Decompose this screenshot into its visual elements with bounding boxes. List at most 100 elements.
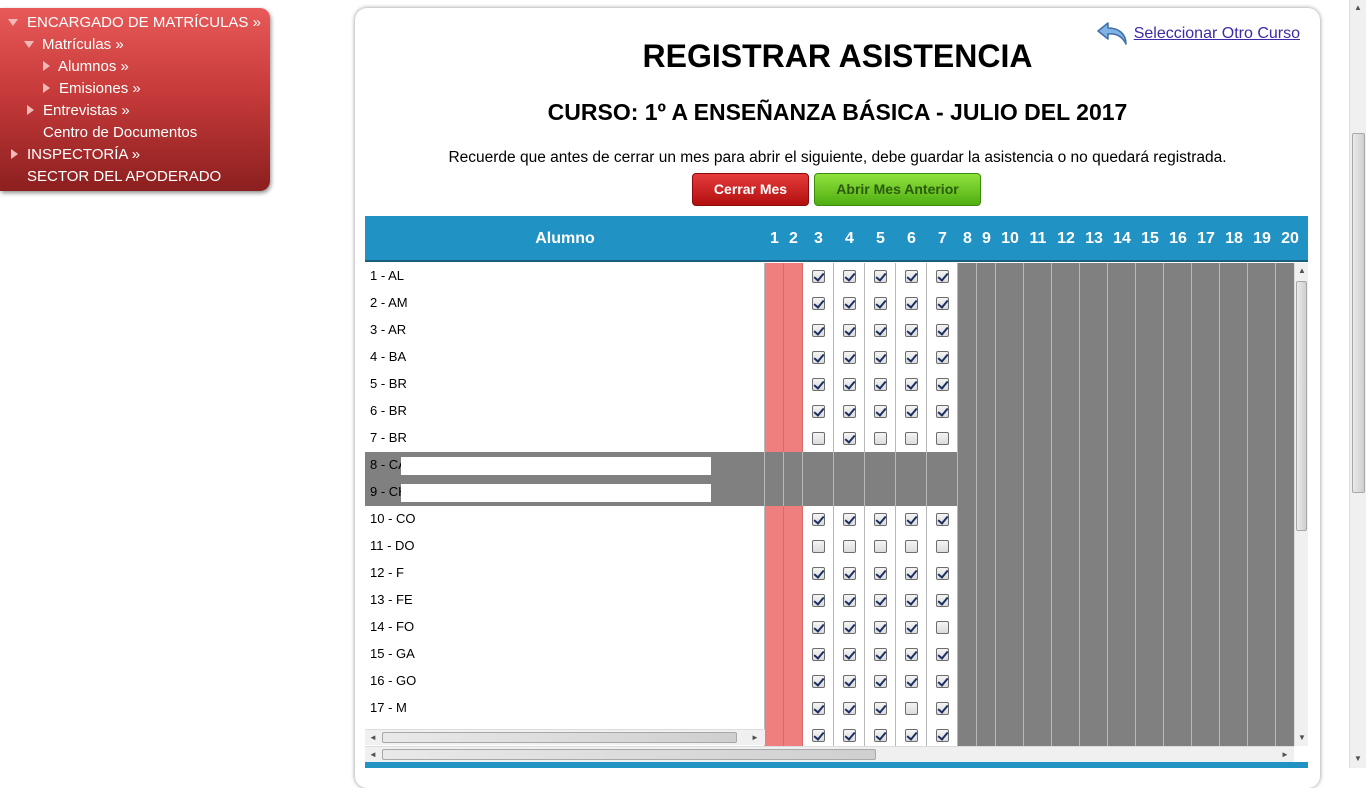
attendance-checkbox[interactable] bbox=[812, 351, 825, 364]
attendance-checkbox[interactable] bbox=[905, 675, 918, 688]
scroll-down-arrow-icon[interactable]: ▼ bbox=[1298, 733, 1306, 743]
attendance-checkbox[interactable] bbox=[905, 594, 918, 607]
menu-item-encargado-matriculas[interactable]: ENCARGADO DE MATRÍCULAS » bbox=[8, 12, 263, 34]
scroll-right-arrow-icon[interactable]: ► bbox=[1281, 750, 1289, 760]
attendance-checkbox[interactable] bbox=[936, 378, 949, 391]
attendance-checkbox[interactable] bbox=[812, 405, 825, 418]
menu-item-emisiones[interactable]: Emisiones » bbox=[43, 78, 223, 100]
menu-item-centro-documentos[interactable]: Centro de Documentos bbox=[43, 122, 243, 144]
close-month-button[interactable]: Cerrar Mes bbox=[692, 173, 809, 206]
attendance-checkbox[interactable] bbox=[936, 405, 949, 418]
attendance-checkbox[interactable] bbox=[843, 567, 856, 580]
attendance-checkbox[interactable] bbox=[936, 270, 949, 283]
attendance-checkbox[interactable] bbox=[812, 621, 825, 634]
attendance-checkbox[interactable] bbox=[812, 270, 825, 283]
attendance-checkbox[interactable] bbox=[905, 648, 918, 661]
attendance-checkbox[interactable] bbox=[812, 297, 825, 310]
attendance-checkbox[interactable] bbox=[874, 432, 887, 445]
open-previous-month-button[interactable]: Abrir Mes Anterior bbox=[814, 173, 981, 206]
names-horizontal-scrollbar[interactable]: ◄ ► bbox=[365, 729, 765, 745]
attendance-checkbox[interactable] bbox=[843, 432, 856, 445]
attendance-checkbox[interactable] bbox=[905, 378, 918, 391]
attendance-checkbox[interactable] bbox=[936, 540, 949, 553]
attendance-checkbox[interactable] bbox=[905, 405, 918, 418]
scroll-down-arrow-icon[interactable]: ▼ bbox=[1354, 754, 1362, 764]
attendance-checkbox[interactable] bbox=[812, 648, 825, 661]
page-vertical-scrollbar[interactable]: ▲ ▼ bbox=[1349, 0, 1366, 768]
attendance-checkbox[interactable] bbox=[812, 729, 825, 742]
attendance-checkbox[interactable] bbox=[905, 540, 918, 553]
scroll-left-arrow-icon[interactable]: ◄ bbox=[369, 750, 377, 760]
attendance-checkbox[interactable] bbox=[936, 594, 949, 607]
attendance-checkbox[interactable] bbox=[936, 351, 949, 364]
menu-item-matriculas[interactable]: Matrículas » bbox=[24, 34, 224, 56]
attendance-checkbox[interactable] bbox=[812, 540, 825, 553]
attendance-checkbox[interactable] bbox=[936, 675, 949, 688]
attendance-checkbox[interactable] bbox=[905, 729, 918, 742]
attendance-checkbox[interactable] bbox=[936, 324, 949, 337]
attendance-checkbox[interactable] bbox=[812, 567, 825, 580]
attendance-checkbox[interactable] bbox=[936, 432, 949, 445]
attendance-checkbox[interactable] bbox=[812, 432, 825, 445]
attendance-checkbox[interactable] bbox=[843, 297, 856, 310]
attendance-checkbox[interactable] bbox=[874, 729, 887, 742]
attendance-checkbox[interactable] bbox=[843, 351, 856, 364]
menu-item-sector-apoderado[interactable]: SECTOR DEL APODERADO bbox=[27, 166, 257, 188]
attendance-checkbox[interactable] bbox=[843, 405, 856, 418]
attendance-checkbox[interactable] bbox=[874, 324, 887, 337]
scrollbar-thumb[interactable] bbox=[382, 732, 737, 743]
scrollbar-thumb[interactable] bbox=[1296, 281, 1307, 531]
attendance-checkbox[interactable] bbox=[905, 297, 918, 310]
menu-item-inspectoria[interactable]: INSPECTORÍA » bbox=[11, 144, 211, 166]
grid-horizontal-scrollbar[interactable]: ◄ ► bbox=[365, 746, 1294, 762]
scroll-left-arrow-icon[interactable]: ◄ bbox=[369, 733, 377, 743]
attendance-checkbox[interactable] bbox=[843, 540, 856, 553]
attendance-checkbox[interactable] bbox=[874, 702, 887, 715]
attendance-checkbox[interactable] bbox=[874, 297, 887, 310]
attendance-checkbox[interactable] bbox=[936, 297, 949, 310]
attendance-checkbox[interactable] bbox=[905, 621, 918, 634]
attendance-checkbox[interactable] bbox=[905, 270, 918, 283]
attendance-checkbox[interactable] bbox=[812, 675, 825, 688]
menu-item-entrevistas[interactable]: Entrevistas » bbox=[27, 100, 227, 122]
attendance-checkbox[interactable] bbox=[905, 513, 918, 526]
attendance-checkbox[interactable] bbox=[874, 594, 887, 607]
scroll-up-arrow-icon[interactable]: ▲ bbox=[1298, 266, 1306, 276]
attendance-checkbox[interactable] bbox=[843, 729, 856, 742]
attendance-checkbox[interactable] bbox=[874, 270, 887, 283]
attendance-checkbox[interactable] bbox=[936, 567, 949, 580]
scroll-right-arrow-icon[interactable]: ► bbox=[751, 733, 759, 743]
attendance-checkbox[interactable] bbox=[905, 351, 918, 364]
attendance-checkbox[interactable] bbox=[812, 513, 825, 526]
scrollbar-thumb[interactable] bbox=[382, 749, 876, 760]
attendance-checkbox[interactable] bbox=[843, 594, 856, 607]
attendance-checkbox[interactable] bbox=[843, 702, 856, 715]
attendance-checkbox[interactable] bbox=[843, 675, 856, 688]
attendance-checkbox[interactable] bbox=[936, 621, 949, 634]
attendance-checkbox[interactable] bbox=[874, 648, 887, 661]
attendance-checkbox[interactable] bbox=[874, 351, 887, 364]
menu-item-alumnos[interactable]: Alumnos » bbox=[43, 56, 223, 78]
attendance-checkbox[interactable] bbox=[812, 702, 825, 715]
attendance-checkbox[interactable] bbox=[936, 513, 949, 526]
scroll-up-arrow-icon[interactable]: ▲ bbox=[1354, 3, 1362, 13]
attendance-checkbox[interactable] bbox=[936, 702, 949, 715]
attendance-checkbox[interactable] bbox=[843, 270, 856, 283]
attendance-checkbox[interactable] bbox=[843, 513, 856, 526]
attendance-checkbox[interactable] bbox=[905, 702, 918, 715]
attendance-checkbox[interactable] bbox=[936, 648, 949, 661]
attendance-checkbox[interactable] bbox=[843, 378, 856, 391]
attendance-checkbox[interactable] bbox=[936, 729, 949, 742]
attendance-checkbox[interactable] bbox=[874, 675, 887, 688]
attendance-checkbox[interactable] bbox=[812, 324, 825, 337]
attendance-checkbox[interactable] bbox=[874, 621, 887, 634]
attendance-checkbox[interactable] bbox=[905, 324, 918, 337]
scrollbar-thumb[interactable] bbox=[1352, 133, 1365, 493]
attendance-checkbox[interactable] bbox=[874, 513, 887, 526]
attendance-checkbox[interactable] bbox=[874, 540, 887, 553]
attendance-checkbox[interactable] bbox=[812, 378, 825, 391]
attendance-checkbox[interactable] bbox=[843, 324, 856, 337]
attendance-checkbox[interactable] bbox=[874, 567, 887, 580]
grid-vertical-scrollbar[interactable]: ▲ ▼ bbox=[1294, 263, 1308, 746]
attendance-checkbox[interactable] bbox=[874, 378, 887, 391]
